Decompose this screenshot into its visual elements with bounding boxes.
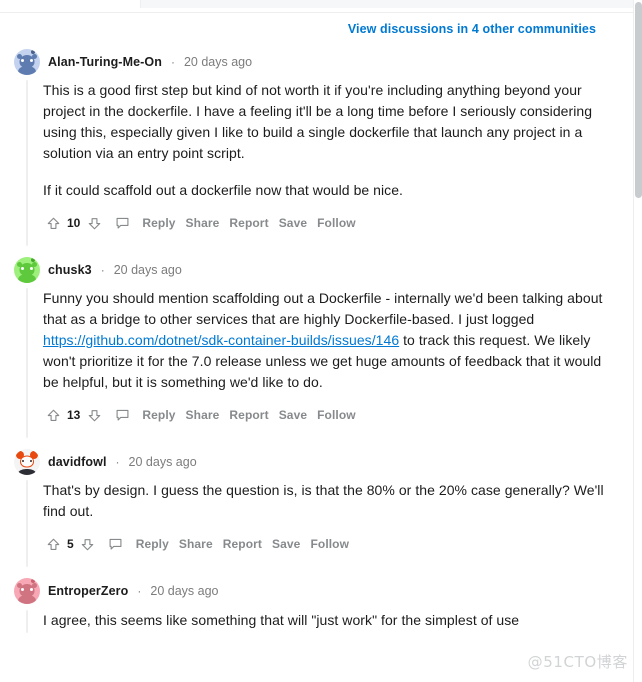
view-other-communities-link[interactable]: View discussions in 4 other communities <box>348 22 596 36</box>
comment-action-bar: 13 Reply Share Report Save Follow <box>43 405 618 436</box>
comment-bubble-icon[interactable] <box>106 534 126 554</box>
vote-score: 5 <box>67 537 74 551</box>
comment-author[interactable]: davidfowl <box>48 455 107 469</box>
comment-header: chusk3 · 20 days ago <box>14 246 618 283</box>
comment-author[interactable]: EntroperZero <box>48 584 128 598</box>
avatar[interactable] <box>14 49 40 75</box>
comment-header: Alan-Turing-Me-On · 20 days ago <box>14 38 618 75</box>
comment-paragraph: I agree, this seems like something that … <box>43 612 520 628</box>
comment-body-wrap: This is a good first step but kind of no… <box>26 80 618 246</box>
comment-author[interactable]: chusk3 <box>48 263 92 277</box>
upvote-button[interactable] <box>43 534 63 554</box>
follow-button[interactable]: Follow <box>312 405 361 425</box>
report-button[interactable]: Report <box>224 213 273 233</box>
downvote-arrow-icon <box>88 217 101 229</box>
vote-score: 13 <box>67 408 81 422</box>
scrollbar-thumb[interactable] <box>635 2 642 198</box>
share-button[interactable]: Share <box>181 213 225 233</box>
save-button[interactable]: Save <box>274 405 312 425</box>
upvote-button[interactable] <box>43 405 63 425</box>
follow-button[interactable]: Follow <box>312 213 361 233</box>
comment-body-wrap: I agree, this seems like something that … <box>26 610 618 633</box>
downvote-arrow-icon <box>88 409 101 421</box>
thread-collapse-line[interactable] <box>26 480 28 567</box>
comment-thread-item: davidfowl · 20 days ago That's by design… <box>0 438 632 567</box>
comment-thread-item: chusk3 · 20 days ago Funny you should me… <box>0 246 632 438</box>
comment-paragraph: This is a good first step but kind of no… <box>43 82 593 161</box>
comment-body-wrap: That's by design. I guess the question i… <box>26 480 618 567</box>
comment-timestamp: 20 days ago <box>113 263 182 277</box>
vertical-scrollbar[interactable] <box>633 0 642 682</box>
comment-thread-item: Alan-Turing-Me-On · 20 days ago This is … <box>0 38 632 246</box>
comment-body-wrap: Funny you should mention scaffolding out… <box>26 288 618 438</box>
top-card-stub <box>140 0 634 8</box>
report-button[interactable]: Report <box>224 405 273 425</box>
github-issue-link[interactable]: https://github.com/dotnet/sdk-container-… <box>43 332 399 348</box>
share-button[interactable]: Share <box>181 405 225 425</box>
comment-thread-item: EntroperZero · 20 days ago I agree, this… <box>0 567 632 633</box>
comment-author[interactable]: Alan-Turing-Me-On <box>48 55 162 69</box>
avatar[interactable] <box>14 578 40 604</box>
thread-collapse-line[interactable] <box>26 80 28 246</box>
comment-action-bar: 5 Reply Share Report Save Follow <box>43 534 618 565</box>
comment-text-before-link: Funny you should mention scaffolding out… <box>43 290 603 327</box>
save-button[interactable]: Save <box>274 213 312 233</box>
comment-header: EntroperZero · 20 days ago <box>14 567 618 604</box>
meta-separator: · <box>137 584 142 598</box>
comment-timestamp: 20 days ago <box>183 55 253 69</box>
downvote-button[interactable] <box>84 213 104 233</box>
comment-paragraph: That's by design. I guess the question i… <box>43 482 604 519</box>
report-button[interactable]: Report <box>218 534 267 554</box>
downvote-button[interactable] <box>78 534 98 554</box>
reply-button[interactable]: Reply <box>131 534 174 554</box>
comment-bubble-icon[interactable] <box>112 213 132 233</box>
other-communities-row: View discussions in 4 other communities <box>0 13 632 38</box>
comment-header: davidfowl · 20 days ago <box>14 438 618 475</box>
downvote-arrow-icon <box>81 538 94 550</box>
comment-timestamp: 20 days ago <box>150 584 219 598</box>
upvote-arrow-icon <box>47 409 59 421</box>
share-button[interactable]: Share <box>174 534 218 554</box>
reply-button[interactable]: Reply <box>137 405 180 425</box>
reply-button[interactable]: Reply <box>137 213 180 233</box>
meta-separator: · <box>170 55 175 69</box>
downvote-button[interactable] <box>84 405 104 425</box>
comment-bubble-icon[interactable] <box>112 405 132 425</box>
comments-panel: View discussions in 4 other communities … <box>0 13 642 682</box>
thread-collapse-line[interactable] <box>26 288 28 438</box>
vote-score: 10 <box>67 216 81 230</box>
follow-button[interactable]: Follow <box>305 534 354 554</box>
meta-separator: · <box>115 455 120 469</box>
comment-action-bar: 10 Reply Share Report Save Follow <box>43 213 618 244</box>
comment-paragraph: Funny you should mention scaffolding out… <box>43 288 618 393</box>
upvote-arrow-icon <box>47 538 59 550</box>
avatar[interactable] <box>14 449 40 475</box>
upvote-button[interactable] <box>43 213 63 233</box>
comment-timestamp: 20 days ago <box>128 455 197 469</box>
thread-collapse-line[interactable] <box>26 610 28 633</box>
meta-separator: · <box>100 263 105 277</box>
comment-paragraph: If it could scaffold out a dockerfile no… <box>43 182 404 198</box>
upvote-arrow-icon <box>47 217 59 229</box>
top-card-stub-area <box>0 0 642 13</box>
save-button[interactable]: Save <box>267 534 305 554</box>
avatar[interactable] <box>14 257 40 283</box>
